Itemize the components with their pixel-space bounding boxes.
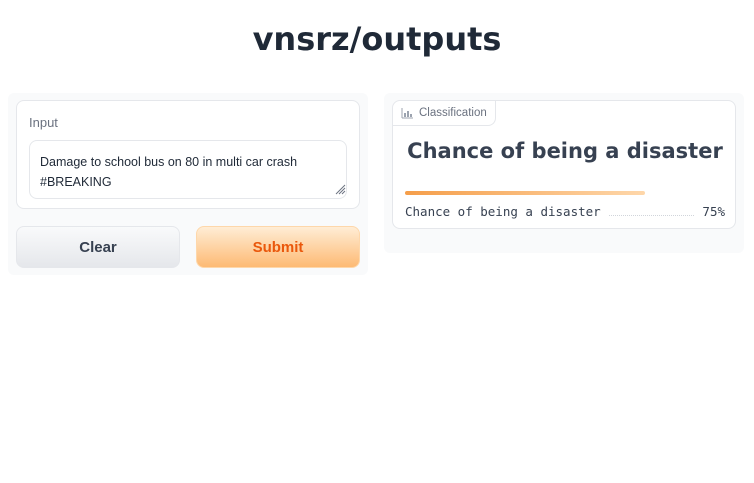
confidence-bar-track xyxy=(405,191,725,195)
classification-tag-label: Classification xyxy=(419,107,487,119)
input-label: Input xyxy=(29,115,58,130)
resize-grip-icon[interactable] xyxy=(334,183,346,195)
confidence-leader-dots xyxy=(608,214,695,216)
submit-button[interactable]: Submit xyxy=(196,226,360,268)
classification-heading: Chance of being a disaster xyxy=(407,139,723,163)
bar-chart-icon xyxy=(401,107,413,118)
classification-tag: Classification xyxy=(393,101,496,126)
classification-output-block: Classification Chance of being a disaste… xyxy=(392,100,736,229)
confidence-label: Chance of being a disaster xyxy=(405,203,601,219)
confidence-value: 75% xyxy=(702,203,725,219)
page-title: vnsrz/outputs xyxy=(252,20,502,58)
input-column: Input Damage to school bus on 80 in mult… xyxy=(8,93,368,275)
input-textarea[interactable]: Damage to school bus on 80 in multi car … xyxy=(29,140,347,199)
output-column: Classification Chance of being a disaste… xyxy=(384,93,744,253)
input-textbox-block: Input Damage to school bus on 80 in mult… xyxy=(16,100,360,209)
confidence-bar-fill xyxy=(405,191,645,195)
confidence-row[interactable]: Chance of being a disaster 75% xyxy=(405,201,725,221)
clear-button[interactable]: Clear xyxy=(16,226,180,268)
